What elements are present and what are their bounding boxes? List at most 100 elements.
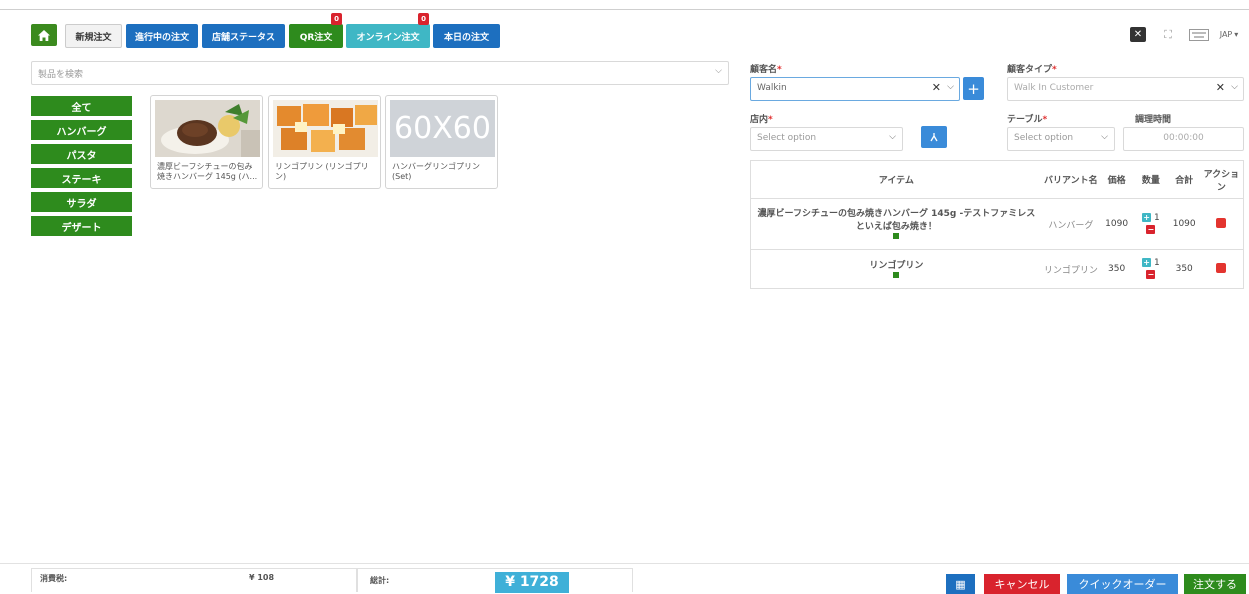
item-cell: リンゴプリン xyxy=(750,249,1042,289)
col-header-action: アクション xyxy=(1199,160,1244,199)
variant-cell: リンゴプリン xyxy=(1041,249,1100,289)
product-image xyxy=(155,100,260,157)
price-cell: 350 xyxy=(1099,249,1134,289)
col-header-qty: 数量 xyxy=(1133,160,1169,199)
total-cell: 350 xyxy=(1168,249,1200,289)
total-summary-panel: 総計: ¥ 1728 xyxy=(357,568,633,593)
col-header-item: アイテム xyxy=(750,160,1042,199)
product-card[interactable]: 60X60 ハンバーグリンゴプリン (Set) xyxy=(385,95,498,189)
price-cell: 1090 xyxy=(1099,198,1134,250)
product-placeholder-image: 60X60 xyxy=(390,100,495,157)
chevron-down-icon: ⌵ xyxy=(1231,82,1238,92)
product-card[interactable]: 濃厚ビーフシチューの包み焼きハンバーグ 145g (ハ... xyxy=(150,95,263,189)
total-value: ¥ 1728 xyxy=(495,572,569,593)
item-name: リンゴプリン xyxy=(869,260,924,271)
delete-item-button[interactable] xyxy=(1216,217,1227,228)
tab-in-progress-orders[interactable]: 進行中の注文 xyxy=(126,24,198,48)
col-header-price: 価格 xyxy=(1099,160,1134,199)
tab-label: オンライン注文 xyxy=(356,32,420,43)
item-cell: 濃厚ビーフシチューの包み焼きハンバーグ 145g -テストファミレスといえば包み… xyxy=(750,198,1042,250)
qr-order-count-badge: 0 xyxy=(331,13,342,25)
quick-order-button[interactable]: クイックオーダー xyxy=(1067,574,1178,594)
tax-label: 消費税: xyxy=(40,574,68,583)
qty-cell: + 1 − xyxy=(1133,198,1169,250)
chevron-down-icon: ⌵ xyxy=(715,66,722,76)
qty-increase-button[interactable]: + xyxy=(1142,258,1152,267)
category-pasta[interactable]: パスタ xyxy=(31,144,132,164)
product-card[interactable]: リンゴプリン (リンゴプリン) xyxy=(268,95,381,189)
tax-value: ¥ 108 xyxy=(249,573,275,582)
close-icon[interactable]: ✕ xyxy=(1130,27,1146,42)
chevron-down-icon: ⌵ xyxy=(1101,132,1108,142)
language-label: JAP xyxy=(1219,30,1233,39)
calculator-button[interactable]: ▦ xyxy=(946,574,975,594)
tab-qr-orders[interactable]: QR注文 0 xyxy=(289,13,343,48)
item-name: 濃厚ビーフシチューの包み焼きハンバーグ 145g -テストファミレスといえば包み… xyxy=(757,209,1036,232)
total-label: 総計: xyxy=(370,576,390,585)
tab-today-orders[interactable]: 本日の注文 xyxy=(433,24,500,48)
category-salad[interactable]: サラダ xyxy=(31,192,132,212)
product-name: リンゴプリン (リンゴプリン) xyxy=(275,162,369,181)
qty-value: 1 xyxy=(1153,213,1160,223)
qty-decrease-button[interactable]: − xyxy=(1146,225,1156,234)
person-icon xyxy=(930,133,938,142)
category-dessert[interactable]: デザート xyxy=(31,216,132,236)
variant-cell: ハンバーグ xyxy=(1041,198,1100,250)
cook-time-label: 調理時間 xyxy=(1135,115,1172,125)
placeholder-text: 60X60 xyxy=(394,111,491,146)
tab-new-order[interactable]: 新規注文 xyxy=(65,24,122,48)
note-icon[interactable] xyxy=(893,271,900,278)
keyboard-icon[interactable] xyxy=(1188,27,1210,42)
language-select[interactable]: JAP ▾ xyxy=(1214,27,1244,42)
qty-decrease-button[interactable]: − xyxy=(1146,270,1156,279)
home-icon xyxy=(38,29,50,41)
add-customer-button[interactable]: + xyxy=(963,77,984,100)
order-items-table: アイテム バリアント名 価格 数量 合計 アクション 濃厚ビーフシチューの包み焼… xyxy=(750,160,1244,289)
qty-increase-button[interactable]: + xyxy=(1142,213,1152,222)
store-select[interactable]: Select option ⌵ xyxy=(750,127,903,151)
chevron-down-icon: ⌵ xyxy=(947,82,954,92)
customer-name-label: 顧客名* xyxy=(750,65,782,75)
plus-icon: + xyxy=(967,79,980,98)
action-cell xyxy=(1199,198,1244,250)
fullscreen-icon[interactable]: ⛶ xyxy=(1160,27,1176,42)
table-row: リンゴプリン リンゴプリン 350 + 1 − 350 xyxy=(750,249,1244,289)
tax-summary-panel: 消費税: ¥ 108 xyxy=(31,568,357,592)
product-name: ハンバーグリンゴプリン (Set) xyxy=(392,162,480,181)
col-header-total: 合計 xyxy=(1168,160,1200,199)
delete-item-button[interactable] xyxy=(1216,262,1227,273)
category-steak[interactable]: ステーキ xyxy=(31,168,132,188)
cook-time-input[interactable]: 00:00:00 xyxy=(1123,127,1244,151)
tab-label: QR注文 xyxy=(299,32,333,43)
chevron-down-icon: ⌵ xyxy=(889,132,896,142)
top-divider xyxy=(0,9,1249,10)
category-all[interactable]: 全て xyxy=(31,96,132,116)
cancel-button[interactable]: キャンセル xyxy=(984,574,1060,594)
customer-name-value: Walkin xyxy=(757,83,787,93)
col-header-variant: バリアント名 xyxy=(1041,160,1100,199)
place-order-button[interactable]: 注文する xyxy=(1184,574,1246,594)
table-label: テーブル* xyxy=(1007,115,1048,125)
customer-type-select[interactable]: Walk In Customer ✕ ⌵ xyxy=(1007,77,1244,101)
caret-down-icon: ▾ xyxy=(1234,30,1239,39)
customer-type-value: Walk In Customer xyxy=(1014,83,1094,93)
guest-count-button[interactable] xyxy=(921,126,947,148)
note-icon[interactable] xyxy=(893,233,900,239)
footer-divider xyxy=(0,563,1249,564)
customer-name-select[interactable]: Walkin ✕ ⌵ xyxy=(750,77,960,101)
tab-online-orders[interactable]: オンライン注文 0 xyxy=(346,13,430,48)
calculator-icon: ▦ xyxy=(955,577,966,591)
product-search-input[interactable]: 製品を検索 ⌵ xyxy=(31,61,729,85)
table-select[interactable]: Select option ⌵ xyxy=(1007,127,1115,151)
qty-value: 1 xyxy=(1153,258,1160,268)
total-cell: 1090 xyxy=(1168,198,1200,250)
clear-icon[interactable]: ✕ xyxy=(932,81,941,94)
store-placeholder: Select option xyxy=(757,133,817,143)
home-button[interactable] xyxy=(31,24,57,46)
tab-store-status[interactable]: 店舗ステータス xyxy=(202,24,285,48)
clear-icon[interactable]: ✕ xyxy=(1216,81,1225,94)
category-hamburg[interactable]: ハンバーグ xyxy=(31,120,132,140)
search-placeholder: 製品を検索 xyxy=(38,70,84,80)
customer-type-label: 顧客タイプ* xyxy=(1007,65,1057,75)
table-row: 濃厚ビーフシチューの包み焼きハンバーグ 145g -テストファミレスといえば包み… xyxy=(750,198,1244,250)
